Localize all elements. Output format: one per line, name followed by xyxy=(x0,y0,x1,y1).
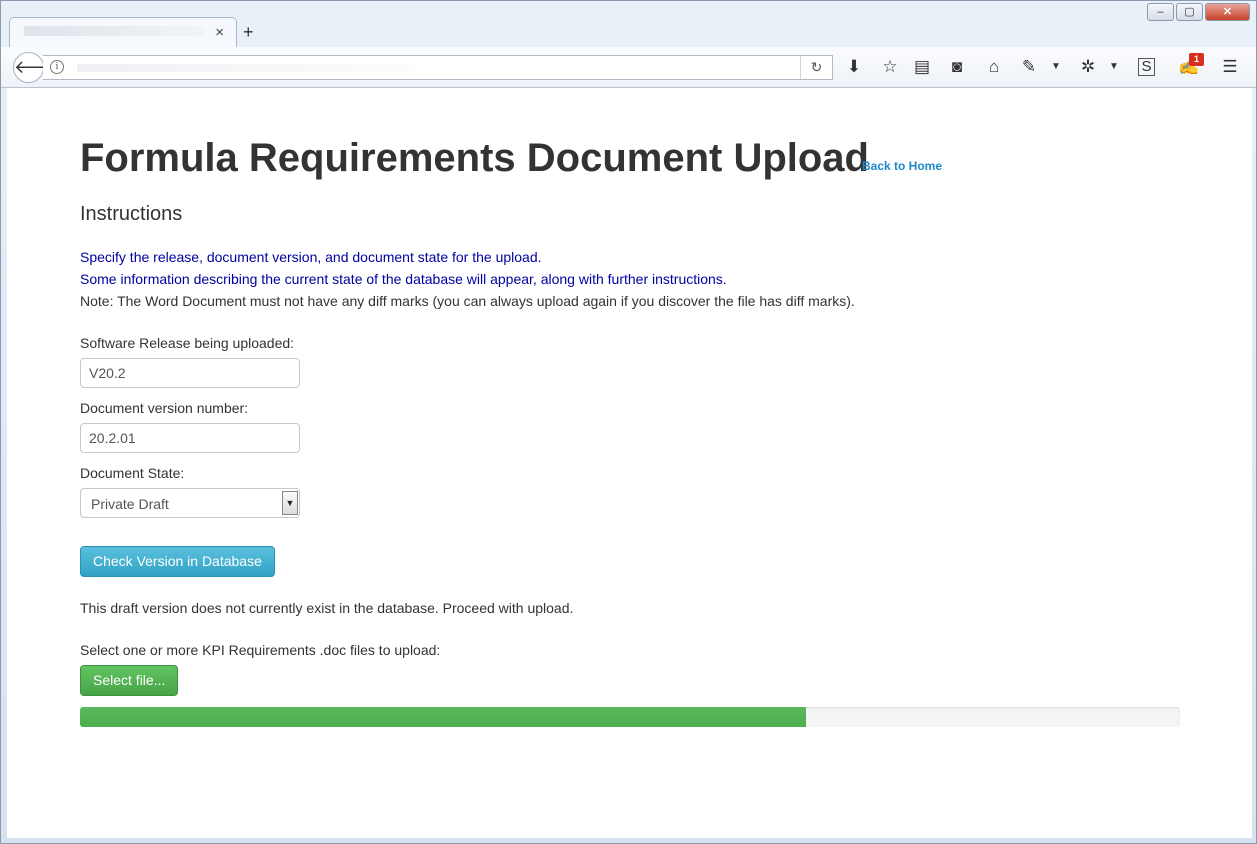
bookmark-star-icon[interactable]: ☆ xyxy=(879,57,901,77)
eyedropper-icon[interactable]: ✎ xyxy=(1018,57,1040,77)
check-version-button[interactable]: Check Version in Database xyxy=(80,546,275,577)
window-controls: ‒ ▢ ✕ xyxy=(1147,3,1250,21)
release-input[interactable] xyxy=(80,358,300,388)
upload-progress-bar xyxy=(80,707,806,727)
back-to-home-link[interactable]: Back to Home xyxy=(862,159,942,173)
close-window-button[interactable]: ✕ xyxy=(1205,3,1250,21)
instruction-line-1: Specify the release, document version, a… xyxy=(80,249,542,265)
chevron-down-icon[interactable]: ▼ xyxy=(282,491,298,515)
select-file-button[interactable]: Select file... xyxy=(80,665,179,696)
tab-title-blurred xyxy=(24,26,204,36)
maximize-button[interactable]: ▢ xyxy=(1176,3,1203,21)
navigation-bar: 🡐 i ↻ ⬇ ☆ ▤ ◙ ⌂ ✎ ▼ ✲ ▼ S ✍ ☰ xyxy=(1,47,1256,88)
upload-progress xyxy=(80,707,1180,727)
reading-list-icon[interactable]: ▤ xyxy=(911,57,933,77)
pocket-icon[interactable]: ◙ xyxy=(946,57,968,77)
back-arrow-icon[interactable]: 🡐 xyxy=(13,52,62,83)
instructions-heading: Instructions xyxy=(80,203,183,225)
url-bar[interactable]: i ↻ xyxy=(43,55,833,80)
download-icon[interactable]: ⬇ xyxy=(843,57,865,77)
status-message: This draft version does not currently ex… xyxy=(80,600,574,616)
extension-s-icon[interactable]: S xyxy=(1138,58,1155,76)
version-input[interactable] xyxy=(80,423,300,453)
selected-state: Private Draft xyxy=(91,496,169,512)
release-label: Software Release being uploaded: xyxy=(80,335,295,351)
instruction-note: Note: The Word Document must not have an… xyxy=(80,293,855,309)
home-icon[interactable]: ⌂ xyxy=(983,57,1005,77)
chevron-down-icon[interactable]: ▼ xyxy=(1045,61,1067,72)
extension-bug-icon[interactable]: ✲ xyxy=(1077,57,1099,77)
title-bar: × + ‒ ▢ ✕ xyxy=(1,1,1256,48)
notification-badge: 1 xyxy=(1189,53,1204,66)
document-state-select[interactable]: Private Draft ▼ xyxy=(80,488,300,518)
version-label: Document version number: xyxy=(80,400,249,416)
page-title: Formula Requirements Document Upload xyxy=(80,136,869,180)
hamburger-menu-icon[interactable]: ☰ xyxy=(1219,57,1241,77)
minimize-button[interactable]: ‒ xyxy=(1147,3,1174,21)
state-label: Document State: xyxy=(80,465,185,481)
url-text-blurred xyxy=(77,64,417,72)
reload-icon[interactable]: ↻ xyxy=(800,56,832,79)
new-tab-button[interactable]: + xyxy=(243,22,254,43)
browser-window: × + ‒ ▢ ✕ 🡐 i ↻ ⬇ ☆ ▤ ◙ ⌂ ✎ ▼ ✲ ▼ S ✍ ☰ … xyxy=(0,0,1257,844)
file-prompt: Select one or more KPI Requirements .doc… xyxy=(80,642,441,658)
browser-tab[interactable]: × xyxy=(9,17,237,48)
site-info-icon[interactable]: i xyxy=(50,60,64,74)
chevron-down-icon[interactable]: ▼ xyxy=(1103,61,1125,72)
instruction-line-2: Some information describing the current … xyxy=(80,271,727,287)
page-content: Formula Requirements Document Upload Bac… xyxy=(7,88,1252,838)
close-tab-icon[interactable]: × xyxy=(215,24,224,41)
